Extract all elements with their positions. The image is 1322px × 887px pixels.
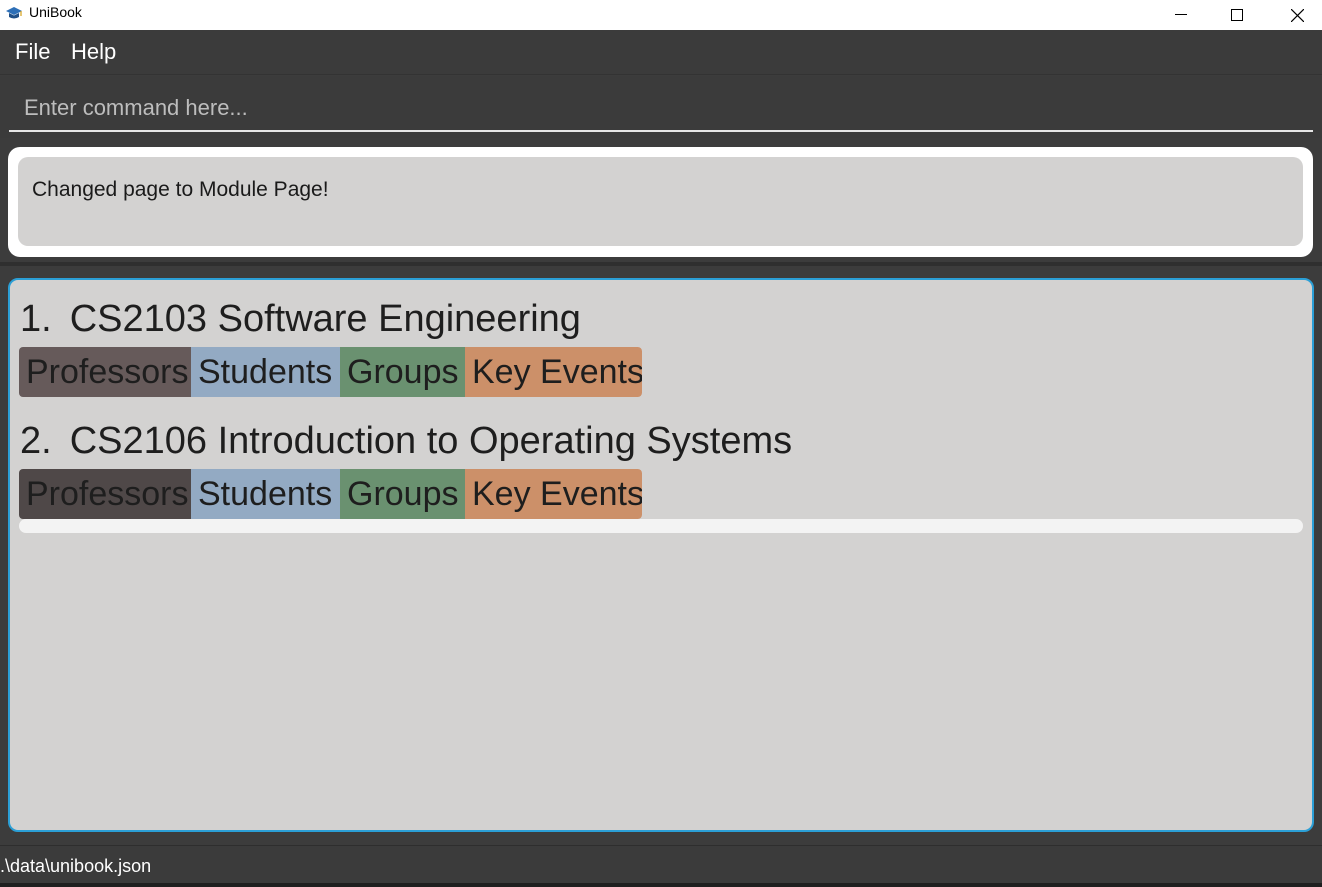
module-card-title[interactable]: 1. CS2103 Software Engineering bbox=[20, 297, 581, 341]
window-bottom-edge bbox=[0, 883, 1322, 887]
tag-key-events[interactable]: Key Events bbox=[465, 469, 642, 519]
module-tags: Professors Students Groups Key Events bbox=[19, 347, 642, 397]
tag-groups[interactable]: Groups bbox=[340, 347, 465, 397]
module-card-title[interactable]: 2. CS2106 Introduction to Operating Syste… bbox=[20, 419, 792, 463]
tag-professors[interactable]: Professors bbox=[19, 347, 191, 397]
module-name: Software Engineering bbox=[217, 298, 581, 340]
minimize-button[interactable] bbox=[1158, 0, 1204, 30]
menu-help[interactable]: Help bbox=[71, 38, 116, 66]
window-title: UniBook bbox=[29, 4, 82, 20]
result-text-area[interactable]: Changed page to Module Page! bbox=[18, 157, 1303, 246]
tag-professors[interactable]: Professors bbox=[19, 469, 191, 519]
tag-key-events[interactable]: Key Events bbox=[465, 347, 642, 397]
title-bar: UniBook bbox=[0, 0, 1322, 30]
horizontal-scrollbar[interactable] bbox=[19, 519, 1303, 533]
result-display: Changed page to Module Page! bbox=[8, 147, 1313, 257]
module-tags: Professors Students Groups Key Events bbox=[19, 469, 642, 519]
status-bar: .\data\unibook.json bbox=[0, 845, 1322, 883]
command-box bbox=[0, 76, 1322, 138]
module-code: CS2106 bbox=[69, 420, 208, 462]
save-location: .\data\unibook.json bbox=[0, 856, 152, 876]
close-icon bbox=[1290, 8, 1304, 22]
tag-students[interactable]: Students bbox=[191, 469, 340, 519]
tag-students[interactable]: Students bbox=[191, 347, 340, 397]
module-index: 2. bbox=[20, 420, 52, 462]
module-name: Introduction to Operating Systems bbox=[217, 420, 793, 462]
result-message: Changed page to Module Page! bbox=[32, 178, 329, 201]
maximize-button[interactable] bbox=[1214, 0, 1260, 30]
minimize-icon bbox=[1175, 14, 1187, 15]
divider bbox=[0, 262, 1322, 266]
command-input[interactable] bbox=[9, 86, 1313, 132]
module-index: 1. bbox=[20, 298, 52, 340]
module-code: CS2103 bbox=[69, 298, 208, 340]
menu-bar: File Help bbox=[0, 30, 1322, 75]
close-button[interactable] bbox=[1274, 0, 1320, 30]
menu-file[interactable]: File bbox=[15, 38, 50, 66]
module-list[interactable]: 1. CS2103 Software Engineering Professors… bbox=[8, 278, 1314, 832]
tag-groups[interactable]: Groups bbox=[340, 469, 465, 519]
maximize-icon bbox=[1231, 9, 1243, 21]
graduation-cap-icon bbox=[5, 4, 23, 22]
